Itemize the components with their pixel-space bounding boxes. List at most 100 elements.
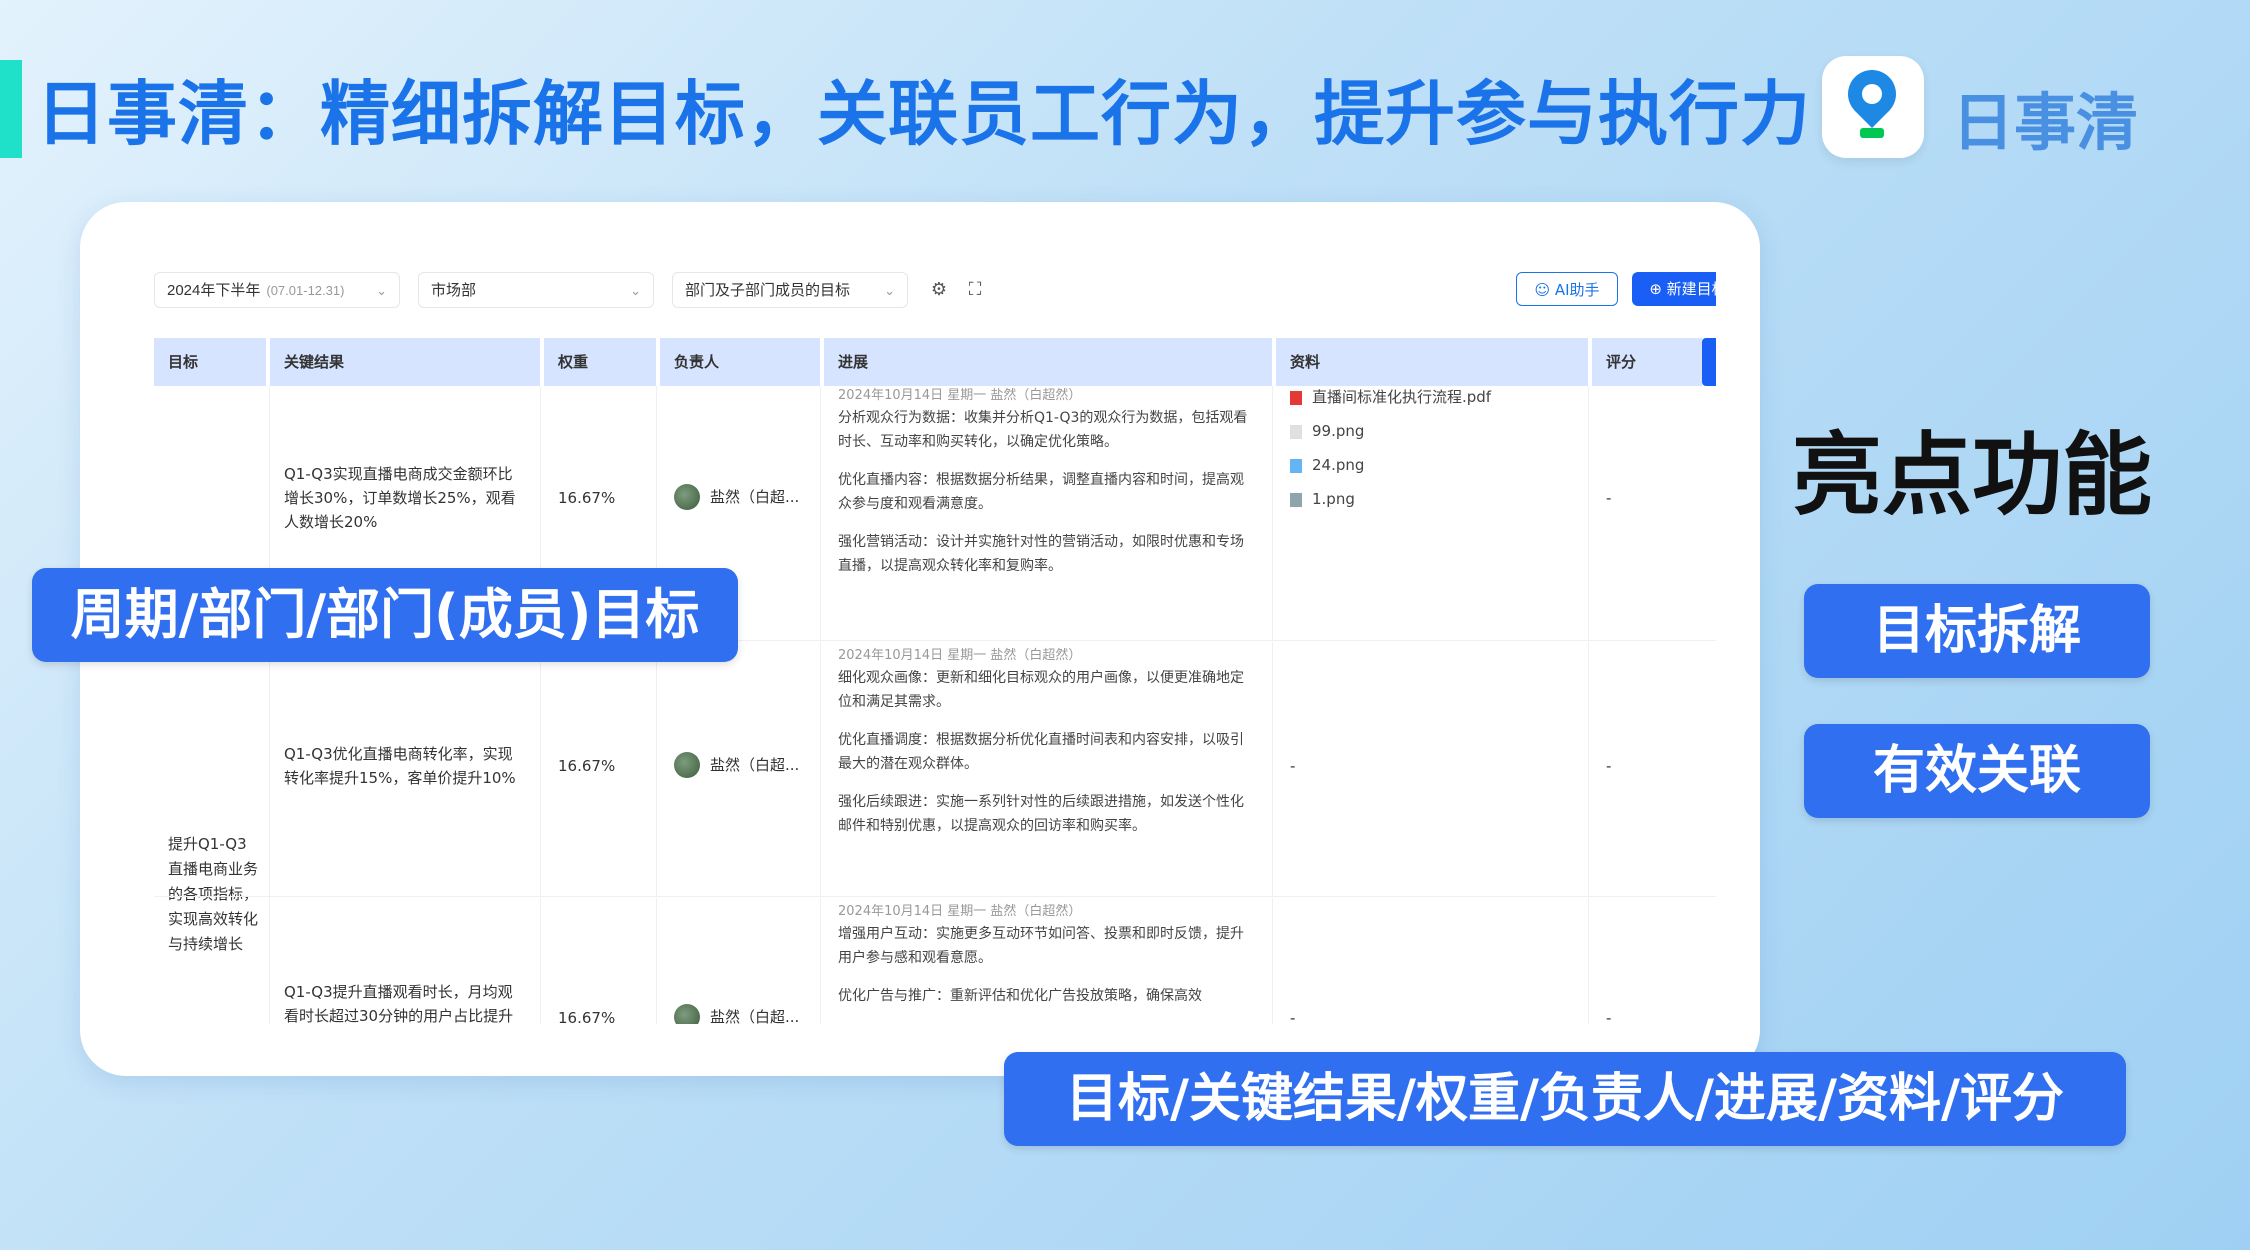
progress-cell: 2024年10月14日 星期一 盐然（白超然） 分析观众行为数据：收集并分析Q1…	[824, 386, 1264, 592]
weight: 16.67%	[558, 1009, 616, 1024]
files-empty: -	[1290, 1009, 1296, 1024]
divider	[1272, 898, 1273, 1024]
weight: 16.67%	[558, 757, 616, 775]
file-item[interactable]: 99.png	[1290, 414, 1588, 448]
score: -	[1606, 757, 1612, 775]
department-value: 市场部	[431, 282, 477, 299]
files-cell: 直播间标准化执行流程.pdf 99.png 24.png 1.png	[1276, 380, 1588, 516]
avatar	[674, 484, 700, 510]
col-goal[interactable]: 目标	[154, 338, 266, 386]
pdf-file-icon	[1290, 390, 1302, 405]
period-range: (07.01-12.31)	[266, 283, 345, 298]
filter-bar: 2024年下半年 (07.01-12.31) ⌄ 市场部 ⌄ 部门及子部门成员的目…	[154, 272, 1716, 310]
divider	[656, 642, 657, 896]
divider	[820, 642, 821, 896]
score: -	[1606, 1009, 1612, 1024]
col-files[interactable]: 资料	[1276, 338, 1588, 386]
period-value: 2024年下半年	[167, 282, 261, 299]
feature-goal-breakdown: 目标拆解	[1804, 584, 2150, 678]
accent-bar	[0, 60, 22, 158]
logo-dot	[1862, 84, 1882, 104]
progress-cell: 2024年10月14日 星期一 盐然（白超然） 增强用户互动：实施更多互动环节如…	[824, 902, 1264, 1022]
divider	[656, 898, 657, 1024]
files-empty: -	[1290, 757, 1296, 775]
scope-select[interactable]: 部门及子部门成员的目标 ⌄	[672, 272, 908, 308]
progress-cell: 2024年10月14日 星期一 盐然（白超然） 细化观众画像：更新和细化目标观众…	[824, 646, 1264, 852]
score: -	[1606, 489, 1612, 507]
progress-item: 强化后续跟进：实施一系列针对性的后续跟进措施，如发送个性化邮件和特别优惠，以提高…	[838, 794, 1244, 834]
chevron-down-icon: ⌄	[884, 283, 895, 298]
new-goal-button[interactable]: ⊕ 新建目标	[1632, 272, 1716, 306]
owner[interactable]: 盐然（白超...	[660, 484, 799, 510]
divider	[1272, 642, 1273, 896]
fullscreen-icon[interactable]: ⛶	[960, 276, 990, 304]
progress-item: 优化直播调度：根据数据分析优化直播时间表和内容安排，以吸引最大的潜在观众群体。	[838, 732, 1244, 772]
avatar	[674, 1004, 700, 1024]
columns-summary-pill: 目标/关键结果/权重/负责人/进展/资料/评分	[1004, 1052, 2126, 1146]
divider	[1588, 386, 1589, 640]
table-header: 目标 关键结果 权重 负责人 进展 资料 评分 »	[154, 338, 1716, 386]
plus-circle-icon: ⊕	[1649, 280, 1662, 298]
brand-name: 日事清	[1952, 86, 2139, 159]
key-result: Q1-Q3优化直播电商转化率，实现转化率提升15%，客单价提升10%	[284, 745, 516, 787]
app-logo	[1822, 56, 1924, 158]
divider	[820, 898, 821, 1024]
table-row[interactable]: Q1-Q3优化直播电商转化率，实现转化率提升15%，客单价提升10% 16.67…	[154, 642, 1716, 897]
department-select[interactable]: 市场部 ⌄	[418, 272, 654, 308]
expand-chevron-icon[interactable]: »	[1702, 338, 1716, 386]
image-file-icon	[1290, 492, 1302, 507]
progress-item: 强化营销活动：设计并实施针对性的营销活动，如限时优惠和专场直播，以提高观众转化率…	[838, 534, 1244, 574]
progress-item: 细化观众画像：更新和细化目标观众的用户画像，以便更准确地定位和满足其需求。	[838, 670, 1244, 710]
robot-icon: ☺	[1534, 281, 1551, 299]
owner-name: 盐然（白超...	[710, 1008, 800, 1024]
file-item[interactable]: 24.png	[1290, 448, 1588, 482]
file-name: 1.png	[1312, 490, 1355, 508]
file-name: 24.png	[1312, 456, 1365, 474]
divider	[1588, 898, 1589, 1024]
page-title: 日事清：精细拆解目标，关联员工行为，提升参与执行力	[36, 73, 1811, 155]
period-dept-pill: 周期/部门/部门(成员)目标	[32, 568, 738, 662]
file-item[interactable]: 1.png	[1290, 482, 1588, 516]
key-result: Q1-Q3提升直播观看时长，月均观看时长超过30分钟的用户占比提升	[284, 983, 514, 1024]
progress-item: 优化广告与推广：重新评估和优化广告投放策略，确保高效	[838, 988, 1202, 1004]
divider	[540, 898, 541, 1024]
col-owner[interactable]: 负责人	[660, 338, 820, 386]
progress-item: 优化直播内容：根据数据分析结果，调整直播内容和时间，提高观众参与度和观看满意度。	[838, 472, 1244, 512]
scope-value: 部门及子部门成员的目标	[685, 282, 851, 299]
col-key-result[interactable]: 关键结果	[270, 338, 540, 386]
owner-name: 盐然（白超...	[710, 488, 800, 506]
divider	[540, 642, 541, 896]
owner[interactable]: 盐然（白超...	[660, 752, 799, 778]
progress-item: 分析观众行为数据：收集并分析Q1-Q3的观众行为数据，包括观看时长、互动率和购买…	[838, 410, 1248, 450]
file-name: 99.png	[1312, 422, 1365, 440]
logo-stem	[1860, 128, 1884, 138]
progress-item: 增强用户互动：实施更多互动环节如问答、投票和即时反馈，提升用户参与感和观看意愿。	[838, 926, 1244, 966]
col-weight[interactable]: 权重	[544, 338, 656, 386]
feature-effective-link: 有效关联	[1804, 724, 2150, 818]
key-result: Q1-Q3实现直播电商成交金额环比增长30%，订单数增长25%，观看人数增长20…	[284, 465, 516, 531]
owner[interactable]: 盐然（白超...	[660, 1004, 799, 1024]
divider	[820, 386, 821, 640]
file-item[interactable]: 直播间标准化执行流程.pdf	[1290, 380, 1588, 414]
period-select[interactable]: 2024年下半年 (07.01-12.31) ⌄	[154, 272, 400, 308]
progress-date: 2024年10月14日 星期一 盐然（白超然）	[838, 904, 1082, 919]
chevron-down-icon: ⌄	[630, 283, 641, 298]
settings-gear-icon[interactable]: ⚙	[924, 276, 954, 304]
chevron-down-icon: ⌄	[376, 283, 387, 298]
progress-date: 2024年10月14日 星期一 盐然（白超然）	[838, 388, 1082, 403]
features-title: 亮点功能	[1792, 423, 2152, 528]
ai-assistant-button[interactable]: ☺ AI助手	[1516, 272, 1618, 306]
ai-assistant-label: AI助手	[1554, 281, 1600, 299]
weight: 16.67%	[558, 489, 616, 507]
divider	[1272, 386, 1273, 640]
image-file-icon	[1290, 458, 1302, 473]
table-row[interactable]: Q1-Q3提升直播观看时长，月均观看时长超过30分钟的用户占比提升 16.67%…	[154, 898, 1716, 1024]
owner-name: 盐然（白超...	[710, 756, 800, 774]
col-score[interactable]: 评分	[1592, 338, 1702, 386]
file-name: 直播间标准化执行流程.pdf	[1312, 388, 1492, 406]
progress-date: 2024年10月14日 星期一 盐然（白超然）	[838, 648, 1082, 663]
image-file-icon	[1290, 424, 1302, 439]
avatar	[674, 752, 700, 778]
col-progress[interactable]: 进展	[824, 338, 1272, 386]
divider	[1588, 642, 1589, 896]
